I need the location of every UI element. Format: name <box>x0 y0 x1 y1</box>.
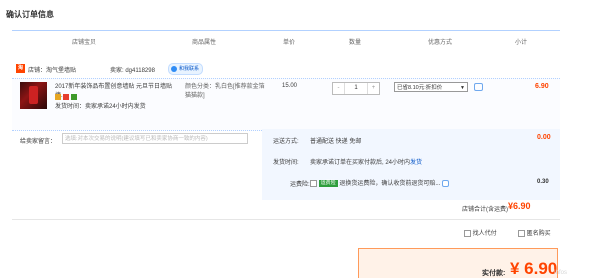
insurance-text: 退换货运费险，确认收货前退货可赔... <box>339 181 441 187</box>
insurance-checkbox[interactable] <box>310 179 317 187</box>
quantity-increase-button[interactable]: + <box>367 83 379 94</box>
insurance-fee: 0.30 <box>537 179 549 185</box>
chat-bubble-icon[interactable] <box>474 83 483 91</box>
discount-value: 已省8.10元:折扣价 <box>397 85 443 91</box>
contact-seller-label: 和我联系 <box>179 66 200 72</box>
payment-value: ¥ 6.90 <box>510 259 558 278</box>
badge-icon[interactable] <box>55 94 61 100</box>
quantity-stepper: - 1 + <box>332 82 380 95</box>
product-sku: 颜色分类：乳白色[推荐款金箔猫猫款] <box>185 84 265 99</box>
proxy-pay-label: 找人代付 <box>472 231 497 237</box>
col-header-subtotal: 小计 <box>515 40 528 46</box>
watermark: Infos <box>554 270 568 276</box>
shop-total-value: ¥6.90 <box>508 201 531 211</box>
divider <box>12 219 560 220</box>
shipping-promise: 发货时间：卖家承诺24小时内发货 <box>55 104 146 110</box>
item-subtotal: 6.90 <box>535 83 549 90</box>
chevron-down-icon: ▼ <box>460 85 465 91</box>
proxy-pay-option[interactable]: 找人代付 <box>464 228 497 237</box>
insurance-tag: 运费险 <box>318 179 338 187</box>
delivery-fee: 0.00 <box>537 134 551 141</box>
ship-time-value: 卖家承诺订单在买家付款后, 24小时内发货 <box>310 157 422 166</box>
page-title: 确认订单信息 <box>6 10 54 19</box>
insurance-label: 运费险: <box>290 182 310 188</box>
contact-seller-button[interactable]: 和我联系 <box>168 63 204 75</box>
badge-icon[interactable] <box>71 94 77 100</box>
proxy-pay-checkbox[interactable] <box>464 229 471 237</box>
delivery-method-label: 运送方式: <box>273 139 299 145</box>
col-header-quantity: 数量 <box>349 40 362 46</box>
ship-time-text: 卖家承诺订单在买家付款后, 24小时内 <box>310 160 411 166</box>
anonymous-option[interactable]: 匿名购买 <box>518 228 551 237</box>
shop-icon: 淘 <box>16 64 25 73</box>
chat-icon <box>171 65 177 72</box>
shop-total-label: 店铺合计(含运费) <box>462 207 508 213</box>
ship-time-label: 发货时间: <box>273 160 299 166</box>
col-header-attributes: 商品属性 <box>192 40 217 46</box>
col-header-discount: 优惠方式 <box>428 40 453 46</box>
quantity-input[interactable]: 1 <box>345 83 367 94</box>
chat-bubble-icon[interactable] <box>442 179 450 187</box>
service-badges <box>55 94 79 101</box>
badge-icon[interactable] <box>63 94 69 100</box>
product-thumbnail[interactable] <box>20 82 47 109</box>
header-divider <box>12 30 560 31</box>
message-label: 给卖家留言： <box>20 139 57 145</box>
seller-id: 卖家: dg4118298 <box>110 68 155 74</box>
insurance-row: 运费险 退换货运费险，确认收货前退货可赔... <box>310 178 450 187</box>
message-input[interactable]: 选填:对本次交易的说明(建议填写已和卖家协商一致的内容) <box>62 133 248 144</box>
col-header-unit-price: 单价 <box>283 40 296 46</box>
col-header-shop-item: 店铺宝贝 <box>72 40 97 46</box>
delivery-method-value: 普通配送 快递 免邮 <box>310 139 362 145</box>
quantity-decrease-button[interactable]: - <box>333 83 345 94</box>
anonymous-label: 匿名购买 <box>526 231 551 237</box>
unit-price: 15.00 <box>282 83 298 89</box>
ship-time-link[interactable]: 发货 <box>410 160 422 166</box>
shop-name[interactable]: 店铺：淘气堡墙贴 <box>28 65 76 74</box>
discount-select[interactable]: 已省8.10元:折扣价 ▼ <box>394 82 468 92</box>
payment-label: 实付款: <box>482 270 506 277</box>
anonymous-checkbox[interactable] <box>518 229 525 237</box>
